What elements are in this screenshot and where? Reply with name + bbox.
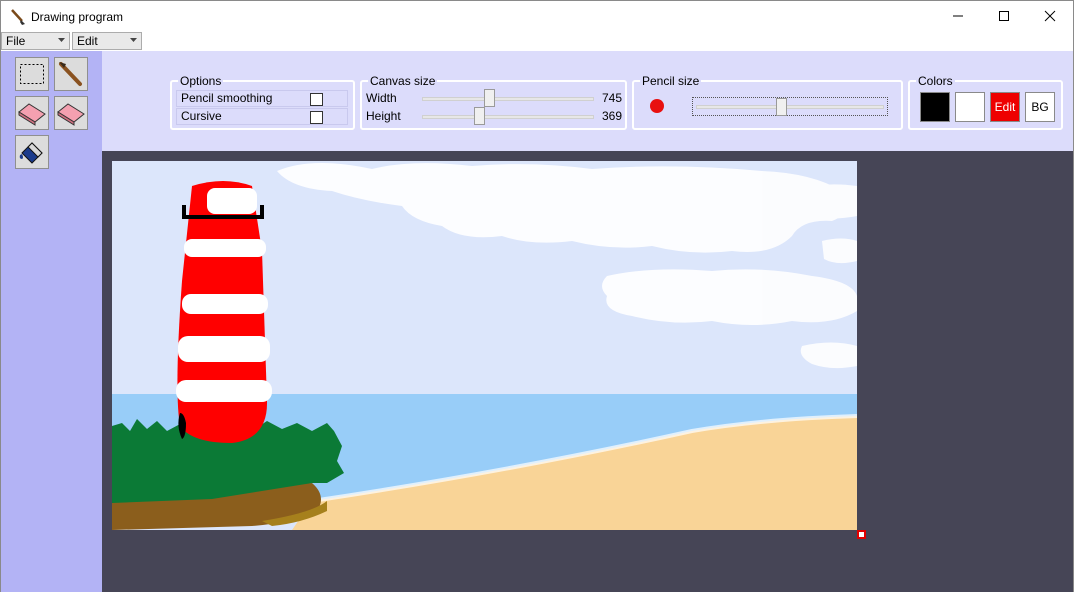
- brush-tool[interactable]: [54, 57, 88, 91]
- cursive-checkbox[interactable]: [310, 111, 323, 124]
- width-value: 745: [601, 91, 622, 105]
- pencil-size-slider-track[interactable]: [696, 105, 884, 109]
- menu-edit-label: Edit: [77, 34, 98, 48]
- pencil-size-group: Pencil size: [632, 74, 903, 130]
- pencil-smoothing-row[interactable]: Pencil smoothing: [176, 90, 348, 107]
- options-group: Options Pencil smoothing Cursive: [170, 74, 355, 130]
- drawing-canvas[interactable]: [112, 161, 857, 530]
- cursive-row[interactable]: Cursive: [176, 108, 348, 125]
- close-icon: [1044, 10, 1056, 22]
- menu-file[interactable]: File: [1, 32, 70, 50]
- title-bar[interactable]: Drawing program: [1, 1, 1073, 31]
- height-slider-track[interactable]: [422, 115, 594, 119]
- canvas-resize-handle[interactable]: [857, 530, 866, 539]
- paintbrush-icon: [59, 62, 82, 86]
- canvas-size-title: Canvas size: [368, 74, 438, 88]
- workspace: [102, 151, 1073, 592]
- colors-group: Colors Edit BG: [908, 74, 1063, 130]
- secondary-color-swatch[interactable]: [955, 92, 985, 122]
- width-slider-track[interactable]: [422, 97, 594, 101]
- pencil-size-slider-thumb[interactable]: [775, 98, 787, 116]
- app-window: Drawing program File Edit Options Pencil…: [0, 0, 1074, 592]
- width-label: Width: [366, 91, 397, 105]
- canvas-size-group: Canvas size Width 745 Height 369: [360, 74, 627, 130]
- menu-edit[interactable]: Edit: [72, 32, 142, 50]
- minimize-button[interactable]: [935, 1, 981, 31]
- height-value: 369: [601, 109, 622, 123]
- background-color-button[interactable]: BG: [1025, 92, 1055, 122]
- tool-panel: [1, 51, 102, 592]
- select-tool[interactable]: [15, 57, 49, 91]
- pencil-size-preview: [650, 99, 664, 113]
- edit-color-button[interactable]: Edit: [990, 92, 1020, 122]
- chevron-down-icon: [58, 38, 65, 42]
- paintbrush-icon: [11, 9, 25, 25]
- menu-file-label: File: [6, 34, 26, 48]
- minimize-icon: [953, 15, 963, 17]
- cursive-label: Cursive: [181, 109, 222, 123]
- height-slider-thumb[interactable]: [473, 107, 485, 125]
- eraser-icon: [18, 103, 46, 126]
- chevron-down-icon: [130, 38, 137, 42]
- maximize-icon: [999, 11, 1009, 21]
- canvas-drawing: [112, 161, 857, 530]
- colors-title: Colors: [916, 74, 955, 88]
- menu-bar: File Edit: [1, 31, 1073, 51]
- options-strip: Options Pencil smoothing Cursive Canvas …: [102, 51, 1073, 151]
- height-label: Height: [366, 109, 401, 123]
- eraser-tool[interactable]: [15, 96, 49, 130]
- fill-tool[interactable]: [15, 135, 49, 169]
- options-title: Options: [178, 74, 224, 88]
- window-title: Drawing program: [31, 10, 124, 24]
- pencil-smoothing-label: Pencil smoothing: [181, 91, 273, 105]
- width-slider-thumb[interactable]: [484, 89, 496, 107]
- pencil-smoothing-checkbox[interactable]: [310, 93, 323, 106]
- paint-bucket-icon: [19, 142, 43, 164]
- eraser-icon: [57, 103, 85, 126]
- primary-color-swatch[interactable]: [920, 92, 950, 122]
- eraser-large-tool[interactable]: [54, 96, 88, 130]
- close-button[interactable]: [1027, 1, 1073, 31]
- pencil-size-title: Pencil size: [640, 74, 702, 88]
- marquee-icon: [20, 64, 44, 84]
- maximize-button[interactable]: [981, 1, 1027, 31]
